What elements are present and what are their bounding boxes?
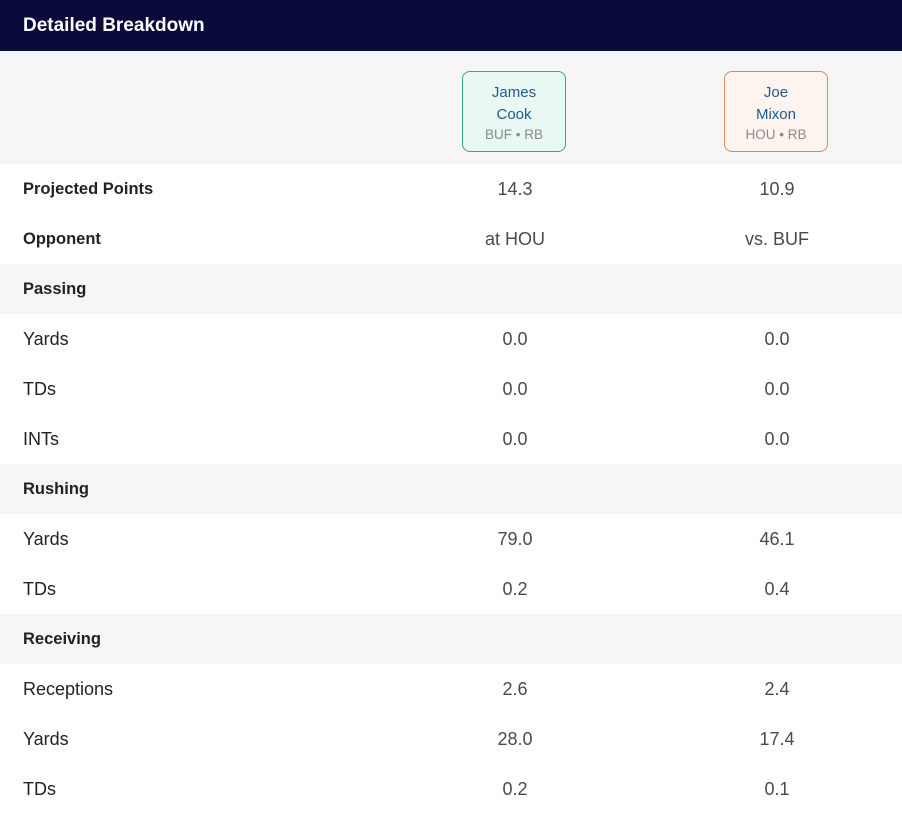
stat-label: Yards (23, 328, 69, 349)
stat-label: Opponent (23, 229, 101, 248)
player-2-value: 10.9 (759, 178, 795, 199)
section-header-row: Passing (0, 264, 902, 314)
player-2-value: 0.0 (764, 428, 790, 449)
breakdown-table: Projected Points 14.3 10.9 Opponent at HOU vs… (0, 164, 902, 814)
table-row: Projected Points 14.3 10.9 (0, 164, 902, 214)
player-2-value: 0.1 (764, 778, 790, 799)
stat-label: TDs (23, 378, 56, 399)
stat-label: Yards (23, 728, 69, 749)
player-1-value: 28.0 (497, 728, 533, 749)
stat-label: Yards (23, 528, 69, 549)
table-row: Yards 79.0 46.1 (0, 514, 902, 564)
player-2-value: 0.0 (764, 328, 790, 349)
stat-label: Projected Points (23, 179, 154, 198)
section-label: Receiving (23, 629, 101, 648)
table-row: INTs 0.0 0.0 (0, 414, 902, 464)
player-1-value: 0.0 (502, 328, 528, 349)
table-row: TDs 0.2 0.1 (0, 764, 902, 814)
section-header-row: Rushing (0, 464, 902, 514)
player-2-value: 0.4 (764, 578, 790, 599)
player-name: James Cook (491, 84, 537, 123)
breakdown-header: Detailed Breakdown (0, 0, 902, 51)
player-1-value: 0.2 (502, 578, 528, 599)
stat-label: Receptions (23, 678, 114, 699)
player-name: Joe Mixon (755, 84, 796, 123)
player-1-value: 0.2 (502, 778, 528, 799)
player-1-value: 79.0 (497, 528, 533, 549)
table-row: Yards 0.0 0.0 (0, 314, 902, 364)
section-label: Passing (23, 279, 87, 298)
player-card-james-cook[interactable]: James Cook BUF • RB (462, 71, 566, 152)
player-2-value: 0.0 (764, 378, 790, 399)
player-header-row: James Cook BUF • RB Joe Mixon HOU • RB (0, 51, 902, 164)
player-2-value: vs. BUF (744, 228, 809, 249)
player-1-value: 0.0 (502, 378, 528, 399)
player-2-value: 17.4 (759, 728, 795, 749)
table-row: TDs 0.0 0.0 (0, 364, 902, 414)
table-row: Opponent at HOU vs. BUF (0, 214, 902, 264)
page-title: Detailed Breakdown (23, 14, 205, 36)
table-row: Yards 28.0 17.4 (0, 714, 902, 764)
stat-label: INTs (23, 428, 59, 449)
player-1-value: 2.6 (502, 678, 528, 699)
player-2-value: 2.4 (764, 678, 790, 699)
stat-label: TDs (23, 578, 56, 599)
section-header-row: Receiving (0, 614, 902, 664)
table-row: Receptions 2.6 2.4 (0, 664, 902, 714)
section-label: Rushing (23, 479, 89, 498)
table-row: TDs 0.2 0.4 (0, 564, 902, 614)
player-card-joe-mixon[interactable]: Joe Mixon HOU • RB (724, 71, 828, 152)
player-1-value: 14.3 (497, 178, 533, 199)
player-1-value: 0.0 (502, 428, 528, 449)
player-1-value: at HOU (484, 228, 545, 249)
player-team-position: HOU • RB (745, 127, 807, 142)
stat-label: TDs (23, 778, 56, 799)
player-team-position: BUF • RB (485, 127, 543, 142)
player-2-value: 46.1 (759, 528, 795, 549)
